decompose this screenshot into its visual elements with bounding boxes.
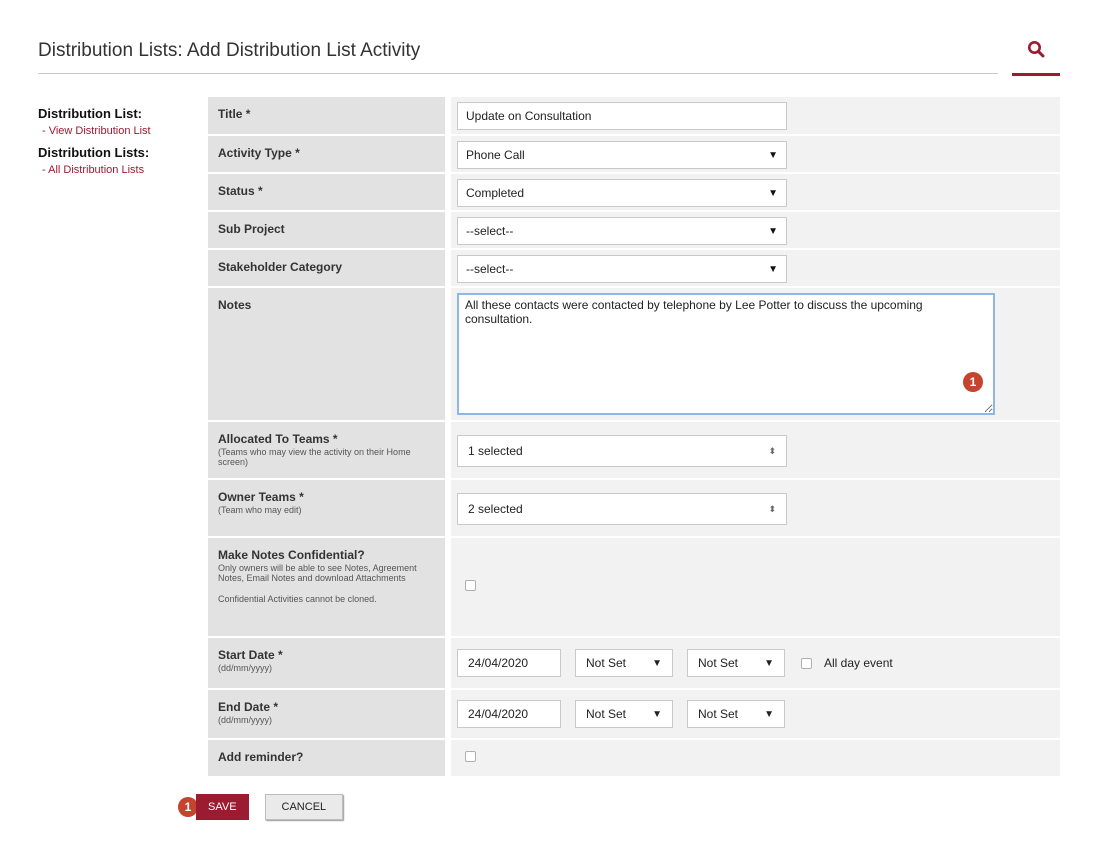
all-day-label: All day event: [824, 656, 893, 670]
allocated-teams-label: Allocated To Teams *: [218, 432, 338, 446]
activity-type-value: Phone Call: [466, 148, 525, 162]
reminder-label: Add reminder?: [208, 739, 451, 778]
reminder-checkbox[interactable]: [465, 751, 476, 762]
sub-project-value: --select--: [466, 224, 514, 238]
stakeholder-category-select[interactable]: --select-- ▼: [457, 255, 787, 283]
start-date-input[interactable]: 24/04/2020: [457, 649, 561, 677]
start-date-hint: (dd/mm/yyyy): [218, 663, 272, 673]
page-title: Distribution Lists: Add Distribution Lis…: [38, 40, 421, 61]
sidebar-heading-distribution-list: Distribution List:: [38, 106, 142, 121]
stakeholder-category-value: --select--: [466, 262, 514, 276]
allocated-teams-hint: (Teams who may view the activity on thei…: [218, 447, 411, 467]
start-date-label: Start Date *: [218, 648, 283, 662]
chevron-down-icon: ▼: [652, 708, 662, 720]
allocated-teams-value: 1 selected: [468, 444, 523, 458]
allocated-teams-label-cell: Allocated To Teams * (Teams who may view…: [208, 421, 451, 480]
all-distribution-lists-link[interactable]: - All Distribution Lists: [42, 164, 188, 176]
start-minute-select[interactable]: Not Set ▼: [687, 649, 785, 677]
end-minute-value: Not Set: [698, 707, 739, 721]
status-select[interactable]: Completed ▼: [457, 179, 787, 207]
start-date-label-cell: Start Date * (dd/mm/yyyy): [208, 637, 451, 690]
end-date-input[interactable]: 24/04/2020: [457, 700, 561, 728]
status-value: Completed: [466, 186, 525, 200]
confidential-label-cell: Make Notes Confidential? Only owners wil…: [208, 537, 451, 638]
sidebar: Distribution List: - View Distribution L…: [38, 106, 188, 184]
activity-type-label: Activity Type *: [208, 135, 451, 174]
search-button[interactable]: [1012, 36, 1060, 76]
updown-arrows-icon: ⬍: [768, 503, 776, 514]
chevron-down-icon: ▼: [764, 657, 774, 669]
spellcheck-badge[interactable]: 1: [963, 372, 983, 392]
end-date-hint: (dd/mm/yyyy): [218, 715, 272, 725]
view-distribution-list-link[interactable]: - View Distribution List: [42, 125, 188, 137]
search-icon: [1028, 41, 1045, 58]
updown-arrows-icon: ⬍: [768, 445, 776, 456]
page-header: Distribution Lists: Add Distribution Lis…: [38, 40, 998, 74]
sub-project-label: Sub Project: [208, 211, 451, 250]
chevron-down-icon: ▼: [764, 708, 774, 720]
confidential-clone-hint: Confidential Activities cannot be cloned…: [218, 594, 377, 604]
activity-type-select[interactable]: Phone Call ▼: [457, 141, 787, 169]
stakeholder-category-label: Stakeholder Category: [208, 249, 451, 288]
all-day-checkbox[interactable]: [801, 657, 812, 669]
confidential-label: Make Notes Confidential?: [218, 548, 365, 562]
confidential-hint-text: Only owners will be able to see Notes, A…: [218, 563, 417, 583]
chevron-down-icon: ▼: [768, 225, 778, 237]
step-badge: 1: [178, 797, 198, 817]
end-minute-select[interactable]: Not Set ▼: [687, 700, 785, 728]
end-date-label-cell: End Date * (dd/mm/yyyy): [208, 689, 451, 740]
chevron-down-icon: ▼: [768, 263, 778, 275]
start-hour-select[interactable]: Not Set ▼: [575, 649, 673, 677]
end-date-label: End Date *: [218, 700, 279, 714]
allocated-teams-multiselect[interactable]: 1 selected ⬍: [457, 435, 787, 467]
owner-teams-label: Owner Teams *: [218, 490, 304, 504]
start-minute-value: Not Set: [698, 656, 739, 670]
owner-teams-multiselect[interactable]: 2 selected ⬍: [457, 493, 787, 525]
confidential-hint: Only owners will be able to see Notes, A…: [218, 563, 435, 604]
save-button[interactable]: SAVE: [196, 794, 249, 820]
notes-label: Notes: [208, 287, 451, 422]
form-actions: 1 SAVE CANCEL: [178, 794, 344, 820]
notes-textarea[interactable]: All these contacts were contacted by tel…: [457, 293, 995, 415]
chevron-down-icon: ▼: [768, 187, 778, 199]
activity-form: Title * Activity Type * Phone Call ▼ Stat…: [208, 97, 1060, 778]
owner-teams-value: 2 selected: [468, 502, 523, 516]
start-hour-value: Not Set: [586, 656, 627, 670]
cancel-button[interactable]: CANCEL: [264, 794, 344, 820]
owner-teams-label-cell: Owner Teams * (Team who may edit): [208, 479, 451, 538]
end-hour-value: Not Set: [586, 707, 627, 721]
sub-project-select[interactable]: --select-- ▼: [457, 217, 787, 245]
sidebar-heading-distribution-lists: Distribution Lists:: [38, 145, 150, 160]
title-input[interactable]: [457, 102, 787, 130]
chevron-down-icon: ▼: [768, 149, 778, 161]
chevron-down-icon: ▼: [652, 657, 662, 669]
end-hour-select[interactable]: Not Set ▼: [575, 700, 673, 728]
title-label: Title *: [208, 97, 451, 136]
owner-teams-hint: (Team who may edit): [218, 505, 302, 515]
status-label: Status *: [208, 173, 451, 212]
confidential-checkbox[interactable]: [465, 580, 476, 591]
